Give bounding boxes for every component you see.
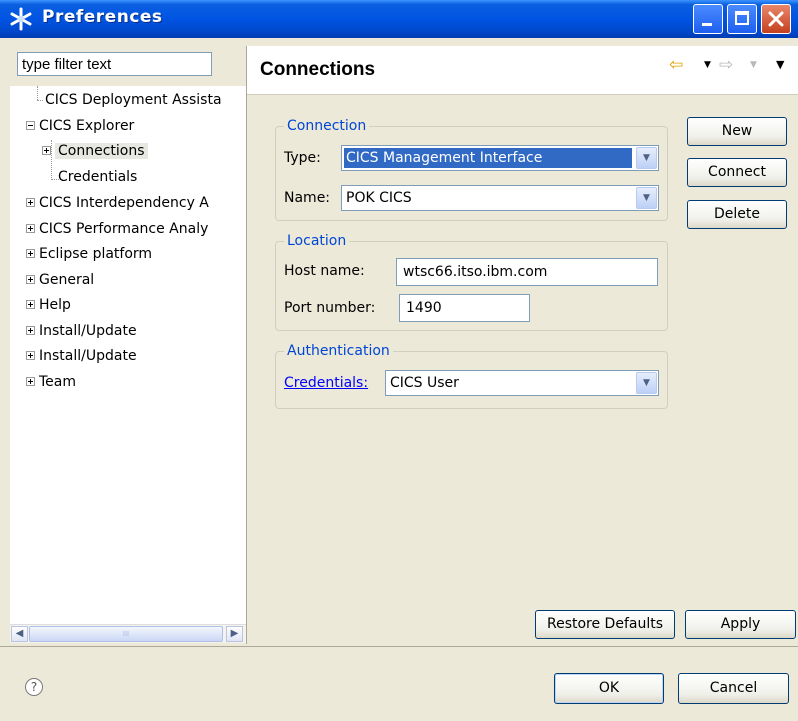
tree-item-label: Install/Update xyxy=(39,348,137,364)
chevron-down-icon[interactable]: ▼ xyxy=(636,147,657,169)
help-icon[interactable]: ? xyxy=(25,678,43,696)
chevron-down-icon[interactable]: ▼ xyxy=(636,187,657,209)
tree-item-label: Connections xyxy=(55,143,148,159)
tree-item-credentials[interactable]: Credentials xyxy=(58,165,137,189)
expand-icon[interactable] xyxy=(26,376,35,386)
close-icon xyxy=(768,11,784,27)
expand-icon[interactable] xyxy=(26,274,35,284)
scroll-left-button[interactable]: ◀ xyxy=(11,626,28,642)
ok-button[interactable]: OK xyxy=(554,673,664,704)
tree-item-label: General xyxy=(39,272,95,288)
expand-icon[interactable] xyxy=(26,197,35,207)
tree-item-label: Credentials xyxy=(58,169,138,185)
type-combo-value: CICS Management Interface xyxy=(344,148,632,168)
expand-icon[interactable] xyxy=(26,350,35,360)
chevron-down-icon[interactable]: ▼ xyxy=(636,372,657,394)
connection-legend: Connection xyxy=(284,117,370,135)
forward-arrow-icon[interactable]: ⇨ xyxy=(719,55,733,75)
host-name-label: Host name: xyxy=(284,263,365,279)
tree-item-cics-explorer[interactable]: CICS Explorer xyxy=(26,114,134,138)
scroll-right-button[interactable]: ▶ xyxy=(226,626,243,642)
scroll-thumb-grip: III xyxy=(122,630,130,638)
tree-item-general[interactable]: General xyxy=(26,268,94,292)
tree-item-cics-deployment-assistant[interactable]: CICS Deployment Assista xyxy=(45,88,222,112)
forward-history-dropdown-icon[interactable]: ▼ xyxy=(750,60,757,70)
apply-button[interactable]: Apply xyxy=(685,610,796,639)
tree-item-label: Team xyxy=(39,374,77,390)
port-number-input[interactable]: 1490 xyxy=(399,294,530,322)
collapse-icon[interactable] xyxy=(26,120,35,130)
tree-item-label: CICS Explorer xyxy=(39,118,135,134)
tree-line xyxy=(37,86,38,100)
credentials-combo-value: CICS User xyxy=(390,375,459,391)
footer-separator xyxy=(0,646,798,647)
expand-icon[interactable] xyxy=(26,223,35,233)
expand-icon[interactable] xyxy=(26,299,35,309)
close-button[interactable] xyxy=(761,4,791,34)
connect-button[interactable]: Connect xyxy=(687,158,787,187)
tree-item-cics-interdependency[interactable]: CICS Interdependency A xyxy=(26,191,209,215)
preferences-tree[interactable]: CICS Deployment Assista CICS Explorer Co… xyxy=(10,86,246,626)
new-button[interactable]: New xyxy=(687,117,787,146)
tree-item-label: CICS Interdependency A xyxy=(39,195,209,211)
title-bar[interactable]: Preferences xyxy=(0,0,798,38)
back-arrow-icon[interactable]: ⇦ xyxy=(669,55,683,75)
filter-input[interactable] xyxy=(17,52,212,76)
type-combo[interactable]: CICS Management Interface ▼ xyxy=(341,145,659,171)
tree-item-cics-performance[interactable]: CICS Performance Analy xyxy=(26,217,208,241)
tree-item-connections[interactable]: Connections xyxy=(42,139,148,163)
tree-item-label: Help xyxy=(39,297,71,313)
authentication-legend: Authentication xyxy=(284,342,393,360)
maximize-button[interactable] xyxy=(727,4,757,34)
tree-item-label: Install/Update xyxy=(39,323,137,339)
window-title: Preferences xyxy=(42,7,163,27)
restore-defaults-button[interactable]: Restore Defaults xyxy=(535,610,675,639)
page-title: Connections xyxy=(260,59,376,80)
tree-item-label: CICS Deployment Assista xyxy=(45,92,222,108)
tree-item-install-update-2[interactable]: Install/Update xyxy=(26,344,137,368)
location-legend: Location xyxy=(284,232,350,250)
asterisk-icon xyxy=(10,7,32,31)
name-combo-value: POK CICS xyxy=(346,190,412,206)
view-menu-icon[interactable]: ▼ xyxy=(776,58,784,71)
tree-item-label: Eclipse platform xyxy=(39,246,153,262)
tree-item-eclipse-platform[interactable]: Eclipse platform xyxy=(26,242,152,266)
expand-icon[interactable] xyxy=(42,145,51,155)
scroll-thumb[interactable]: III xyxy=(29,626,223,642)
name-combo[interactable]: POK CICS ▼ xyxy=(341,185,659,211)
back-history-dropdown-icon[interactable]: ▼ xyxy=(704,60,711,70)
name-label: Name: xyxy=(284,190,331,206)
minimize-button[interactable] xyxy=(693,4,723,34)
tree-item-install-update[interactable]: Install/Update xyxy=(26,319,137,343)
host-name-input[interactable]: wtsc66.itso.ibm.com xyxy=(396,258,658,286)
credentials-link[interactable]: Credentials: xyxy=(284,375,368,391)
expand-icon[interactable] xyxy=(26,248,35,258)
page-header: Connections ⇦ ▼ ⇨ ▼ ▼ xyxy=(247,46,798,95)
preferences-dialog: Preferences CICS Deployment Assista CICS… xyxy=(0,0,798,721)
delete-button[interactable]: Delete xyxy=(687,200,787,229)
port-number-label: Port number: xyxy=(284,300,376,316)
tree-item-label: CICS Performance Analy xyxy=(39,221,209,237)
tree-item-help[interactable]: Help xyxy=(26,293,71,317)
tree-line xyxy=(37,100,43,101)
panel-divider[interactable] xyxy=(246,46,247,644)
expand-icon[interactable] xyxy=(26,325,35,335)
cancel-button[interactable]: Cancel xyxy=(678,673,789,704)
tree-horizontal-scrollbar[interactable]: ◀ III ▶ xyxy=(10,624,246,643)
credentials-combo[interactable]: CICS User ▼ xyxy=(385,370,659,396)
tree-item-team[interactable]: Team xyxy=(26,370,76,394)
type-label: Type: xyxy=(284,150,321,166)
